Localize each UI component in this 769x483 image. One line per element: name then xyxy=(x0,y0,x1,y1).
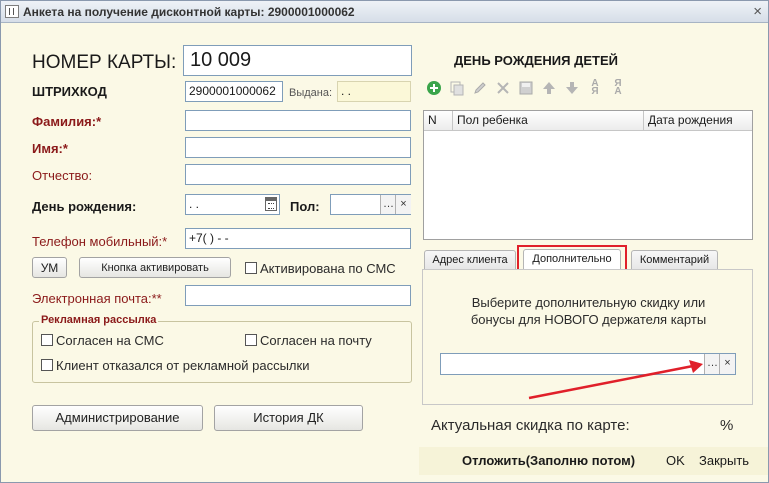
agree-sms-checkbox[interactable] xyxy=(41,334,53,346)
phone-field[interactable]: +7( ) - - xyxy=(185,228,411,249)
ads-group xyxy=(32,321,412,383)
name-label: Имя:* xyxy=(32,141,68,156)
birthday-label: День рождения: xyxy=(32,199,137,214)
form-icon xyxy=(5,5,19,18)
refused-ads-label: Клиент отказался от рекламной рассылки xyxy=(56,358,310,373)
children-title: ДЕНЬ РОЖДЕНИЯ ДЕТЕЙ xyxy=(454,53,618,68)
copy-icon[interactable] xyxy=(449,80,465,96)
activate-button[interactable]: Кнопка активировать xyxy=(79,257,231,278)
sort-desc-icon[interactable]: ЯA xyxy=(610,79,626,97)
postpone-button[interactable]: Отложить(Заполню потом) xyxy=(462,453,635,468)
hint-line-1: Выберите дополнительную скидку или xyxy=(471,295,706,310)
um-button[interactable]: УМ xyxy=(32,257,67,278)
move-down-icon[interactable] xyxy=(564,80,580,96)
email-field[interactable] xyxy=(185,285,411,306)
delete-icon[interactable] xyxy=(495,80,511,96)
close-button[interactable]: Закрыть xyxy=(699,453,749,468)
window-title: Анкета на получение дисконтной карты: 29… xyxy=(23,5,355,19)
tab-client-address[interactable]: Адрес клиента xyxy=(424,250,516,270)
column-child-gender[interactable]: Пол ребенка xyxy=(453,111,644,131)
issued-label: Выдана: xyxy=(289,87,333,99)
hint-line-2: бонусы для НОВОГО держателя карты xyxy=(470,312,707,327)
refused-ads-checkbox[interactable] xyxy=(41,359,53,371)
save-icon[interactable] xyxy=(518,80,534,96)
name-field[interactable] xyxy=(185,137,411,158)
surname-label: Фамилия:* xyxy=(32,114,102,129)
discount-clear-button[interactable]: × xyxy=(719,354,735,374)
gender-clear-button[interactable]: × xyxy=(395,195,411,214)
children-table-header: N Пол ребенка Дата рождения xyxy=(424,111,752,131)
issued-date-field[interactable]: . . xyxy=(337,81,411,102)
sort-asc-icon[interactable]: AЯ xyxy=(587,79,603,97)
agree-sms-label: Согласен на СМС xyxy=(56,333,164,348)
close-window-icon[interactable]: × xyxy=(753,3,762,20)
add-icon[interactable] xyxy=(426,80,442,96)
ads-group-title: Рекламная рассылка xyxy=(39,314,159,326)
card-number-label: НОМЕР КАРТЫ: xyxy=(32,52,177,73)
agree-mail-checkbox[interactable] xyxy=(245,334,257,346)
annotation-arrow xyxy=(528,360,703,400)
children-table[interactable]: N Пол ребенка Дата рождения xyxy=(423,110,753,240)
gender-select-button[interactable]: … xyxy=(380,195,396,214)
ok-button[interactable]: OK xyxy=(666,453,685,468)
phone-label: Телефон мобильный:* xyxy=(32,234,168,249)
barcode-label: ШТРИХКОД xyxy=(32,84,107,99)
move-up-icon[interactable] xyxy=(541,80,557,96)
surname-field[interactable] xyxy=(185,110,411,131)
email-label: Электронная почта:** xyxy=(32,291,162,306)
patronymic-field[interactable] xyxy=(185,164,411,185)
barcode-field[interactable]: 2900001000062 xyxy=(185,81,283,102)
actual-discount-label: Актуальная скидка по карте: xyxy=(431,417,630,434)
dialog-window: Анкета на получение дисконтной карты: 29… xyxy=(0,0,769,483)
activated-sms-checkbox[interactable] xyxy=(245,262,257,274)
patronymic-label: Отчество: xyxy=(32,168,93,183)
title-bar: Анкета на получение дисконтной карты: 29… xyxy=(1,1,768,23)
actual-discount-unit: % xyxy=(720,417,734,434)
card-number-field[interactable]: 10 009 xyxy=(183,45,412,76)
admin-button[interactable]: Администрирование xyxy=(32,405,203,431)
calendar-icon[interactable] xyxy=(265,197,277,211)
tab-comment[interactable]: Комментарий xyxy=(631,250,718,270)
edit-icon[interactable] xyxy=(472,80,488,96)
column-n[interactable]: N xyxy=(424,111,453,131)
gender-label: Пол: xyxy=(290,199,320,214)
column-birth-date[interactable]: Дата рождения xyxy=(644,111,752,131)
agree-mail-label: Согласен на почту xyxy=(260,333,372,348)
history-button[interactable]: История ДК xyxy=(214,405,363,431)
activated-sms-label: Активирована по СМС xyxy=(260,261,396,276)
